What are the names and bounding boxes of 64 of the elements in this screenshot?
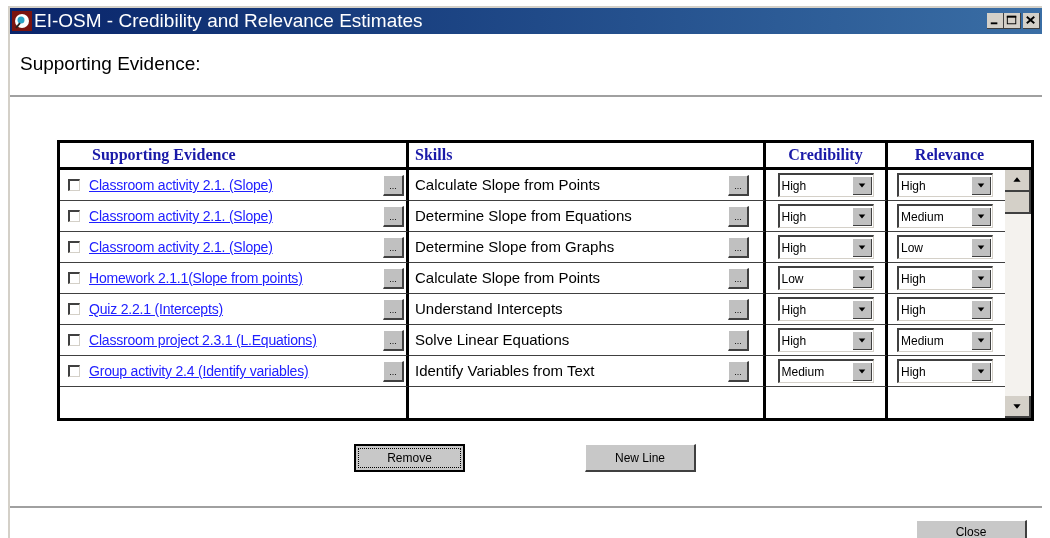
- ellipsis-button[interactable]: ...: [728, 329, 749, 351]
- action-button[interactable]: Remove: [354, 444, 465, 473]
- checkbox[interactable]: [68, 241, 80, 254]
- evidence-link[interactable]: Classroom project 2.3.1 (L.Equations): [89, 329, 317, 351]
- level-dropdown[interactable]: High: [897, 359, 993, 384]
- ellipsis-button[interactable]: ...: [383, 205, 404, 227]
- skill-text: Solve Linear Equations: [415, 330, 570, 351]
- action-button[interactable]: New Line: [585, 444, 696, 473]
- ellipsis-button[interactable]: ...: [728, 267, 749, 289]
- maximize-icon[interactable]: [1004, 12, 1021, 29]
- ellipsis-button[interactable]: ...: [728, 236, 749, 258]
- close-button[interactable]: Close: [916, 520, 1027, 538]
- close-icon[interactable]: [1023, 12, 1040, 29]
- skill-text: Determine Slope from Graphs: [415, 237, 615, 258]
- level-dropdown[interactable]: Medium: [897, 328, 993, 353]
- evidence-link[interactable]: Classroom activity 2.1. (Slope): [89, 236, 273, 258]
- level-dropdown[interactable]: Medium: [777, 359, 874, 384]
- evidence-link[interactable]: Homework 2.1.1(Slope from points): [89, 267, 303, 289]
- skill-text: Determine Slope from Equations: [415, 206, 632, 227]
- level-dropdown[interactable]: Medium: [897, 204, 993, 229]
- skill-text: Understand Intercepts: [415, 299, 563, 320]
- ellipsis-button[interactable]: ...: [728, 360, 749, 382]
- ellipsis-button[interactable]: ...: [383, 267, 404, 289]
- level-dropdown[interactable]: Low: [897, 235, 993, 260]
- level-dropdown[interactable]: High: [897, 266, 993, 291]
- evidence-link[interactable]: Classroom activity 2.1. (Slope): [89, 174, 273, 196]
- level-dropdown[interactable]: High: [897, 297, 993, 322]
- ellipsis-button[interactable]: ...: [728, 174, 749, 196]
- checkbox[interactable]: [68, 179, 80, 192]
- scrollbar[interactable]: [1005, 170, 1031, 419]
- skill-text: Identify Variables from Text: [415, 361, 595, 382]
- level-dropdown[interactable]: High: [777, 297, 874, 322]
- level-dropdown[interactable]: High: [777, 173, 874, 198]
- evidence-link[interactable]: Quiz 2.2.1 (Intercepts): [89, 298, 223, 320]
- ellipsis-button[interactable]: ...: [383, 174, 404, 196]
- evidence-link[interactable]: Classroom activity 2.1. (Slope): [89, 205, 273, 227]
- ellipsis-button[interactable]: ...: [728, 298, 749, 320]
- level-dropdown[interactable]: High: [777, 235, 874, 260]
- window-title: EI-OSM - Credibility and Relevance Estimates: [34, 11, 423, 31]
- checkbox[interactable]: [68, 272, 80, 285]
- ellipsis-button[interactable]: ...: [383, 360, 404, 382]
- skill-text: Calculate Slope from Points: [415, 268, 601, 289]
- column-header: Skills: [415, 145, 453, 166]
- checkbox[interactable]: [68, 303, 80, 316]
- level-dropdown[interactable]: High: [777, 204, 874, 229]
- scroll-down-icon: [1005, 396, 1031, 419]
- ellipsis-button[interactable]: ...: [383, 329, 404, 351]
- section-title: Supporting Evidence:: [20, 52, 201, 77]
- column-header: Credibility: [788, 145, 863, 166]
- skill-text: Calculate Slope from Points: [415, 175, 601, 196]
- ellipsis-button[interactable]: ...: [728, 205, 749, 227]
- column-header: Relevance: [914, 145, 985, 166]
- app-icon: [12, 10, 32, 31]
- evidence-link[interactable]: Group activity 2.4 (Identify variables): [89, 360, 309, 382]
- ellipsis-button[interactable]: ...: [383, 298, 404, 320]
- checkbox[interactable]: [68, 365, 80, 378]
- level-dropdown[interactable]: High: [897, 173, 993, 198]
- minimize-icon[interactable]: [987, 12, 1004, 29]
- level-dropdown[interactable]: High: [777, 328, 874, 353]
- level-dropdown[interactable]: Low: [777, 266, 874, 291]
- ellipsis-button[interactable]: ...: [383, 236, 404, 258]
- checkbox[interactable]: [68, 334, 80, 347]
- checkbox[interactable]: [68, 210, 80, 223]
- column-header: Supporting Evidence: [92, 145, 236, 166]
